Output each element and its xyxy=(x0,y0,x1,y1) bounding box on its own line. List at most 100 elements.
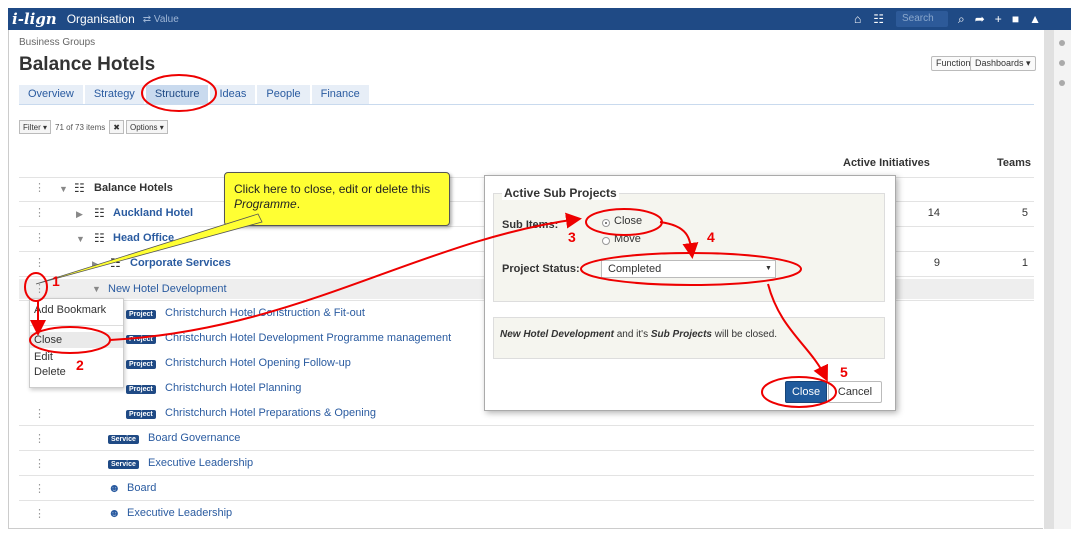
nav-organisation[interactable]: Organisation xyxy=(67,12,135,26)
side-dot-icon[interactable] xyxy=(1059,40,1065,46)
project-badge: Project xyxy=(126,310,156,319)
side-dot-icon[interactable] xyxy=(1059,60,1065,66)
row-menu-handle[interactable]: ⋮ xyxy=(34,407,45,420)
hierarchy-icon[interactable]: ☷ xyxy=(873,12,884,26)
side-dot-icon[interactable] xyxy=(1059,80,1065,86)
share-icon[interactable]: ➦ xyxy=(975,12,985,26)
info-subject: New Hotel Development xyxy=(500,329,614,340)
radio-move-label[interactable]: Move xyxy=(614,233,641,245)
menu-close[interactable]: Close xyxy=(30,332,123,348)
row-menu-handle[interactable]: ⋮ xyxy=(34,482,45,495)
search-input[interactable]: Search xyxy=(896,11,948,27)
row-label[interactable]: Christchurch Hotel Opening Follow-up xyxy=(165,357,351,369)
nav-left-icons: ⌂ ☷ xyxy=(854,8,884,30)
info-object: Sub Projects xyxy=(650,329,712,340)
step-number: 4 xyxy=(707,229,715,245)
project-badge: Project xyxy=(126,360,156,369)
service-badge: Service xyxy=(108,460,139,469)
service-badge: Service xyxy=(108,435,139,444)
expand-toggle[interactable]: ▶ xyxy=(92,259,99,270)
row-divider xyxy=(19,475,1034,476)
page-title: Balance Hotels xyxy=(19,54,156,75)
project-badge: Project xyxy=(126,335,156,344)
row-menu-handle[interactable]: ⋮ xyxy=(34,181,45,194)
page-scrollbar[interactable] xyxy=(1044,30,1054,529)
search-icon[interactable]: ⌕ xyxy=(958,12,965,27)
expand-toggle[interactable]: ▶ xyxy=(76,209,83,220)
row-label[interactable]: Executive Leadership xyxy=(127,507,232,519)
row-menu-handle[interactable]: ⋮ xyxy=(34,282,45,295)
bell-icon[interactable]: ▲ xyxy=(1029,12,1041,26)
collapse-toggle[interactable]: ▼ xyxy=(92,284,101,294)
row-menu-handle[interactable]: ⋮ xyxy=(34,457,45,470)
dialog-cancel-button[interactable]: Cancel xyxy=(828,381,882,403)
row-menu-handle[interactable]: ⋮ xyxy=(34,507,45,520)
chevron-down-icon[interactable]: ▼ xyxy=(765,265,772,272)
org-hierarchy-icon: ☷ xyxy=(94,231,105,245)
breadcrumb[interactable]: Business Groups xyxy=(19,37,95,48)
filter-button[interactable]: Filter ▾ xyxy=(19,120,52,134)
radio-move[interactable] xyxy=(602,237,610,245)
active-initiatives-value: 9 xyxy=(933,257,940,269)
options-button[interactable]: Options ▾ xyxy=(125,120,168,134)
project-status-select[interactable]: Completed xyxy=(601,260,776,278)
collapse-toggle[interactable]: ▼ xyxy=(59,184,68,194)
callout-end: . xyxy=(296,197,301,211)
step-number: 2 xyxy=(76,357,84,373)
row-label[interactable]: Board Governance xyxy=(148,432,240,444)
row-label[interactable]: Christchurch Hotel Preparations & Openin… xyxy=(165,407,376,419)
tab-divider xyxy=(19,104,1034,105)
column-teams: Teams xyxy=(997,157,1032,169)
row-label[interactable]: Christchurch Hotel Development Programme… xyxy=(165,332,451,344)
filter-bar: Filter ▾ 71 of 73 items ✖ Options ▾ xyxy=(19,120,170,134)
row-label[interactable]: Balance Hotels xyxy=(94,182,173,194)
radio-close[interactable] xyxy=(602,219,610,227)
row-divider xyxy=(19,425,1034,426)
row-label[interactable]: Corporate Services xyxy=(130,257,231,269)
row-divider xyxy=(19,500,1034,501)
collapse-toggle[interactable]: ▼ xyxy=(76,234,85,244)
teams-value: 5 xyxy=(1021,207,1028,219)
row-menu-handle[interactable]: ⋮ xyxy=(34,231,45,244)
tab-strategy[interactable]: Strategy xyxy=(84,85,144,104)
row-label[interactable]: Auckland Hotel xyxy=(113,207,193,219)
dashboards-dropdown[interactable]: Dashboards ▾ xyxy=(970,56,1036,71)
menu-add-bookmark[interactable]: Add Bookmark xyxy=(30,304,123,316)
row-label[interactable]: Board xyxy=(127,482,156,494)
clear-filter-button[interactable]: ✖ xyxy=(109,120,124,134)
dialog-close-button[interactable]: Close xyxy=(785,381,827,403)
tab-ideas[interactable]: Ideas xyxy=(210,85,256,104)
menu-divider xyxy=(30,325,123,326)
tutorial-callout: Click here to close, edit or delete this… xyxy=(224,172,450,226)
app-logo[interactable]: i-lign xyxy=(12,10,57,28)
tab-bar: Overview Strategy Structure Ideas People… xyxy=(19,85,371,104)
row-label[interactable]: Christchurch Hotel Planning xyxy=(165,382,301,394)
row-label[interactable]: New Hotel Development xyxy=(108,283,227,295)
row-label[interactable]: Head Office xyxy=(113,232,174,244)
sub-items-label: Sub Items: xyxy=(502,219,559,231)
radio-close-label[interactable]: Close xyxy=(614,215,642,227)
nav-value[interactable]: ⇄ Value xyxy=(143,14,179,25)
org-hierarchy-icon: ☷ xyxy=(110,256,121,270)
project-badge: Project xyxy=(126,410,156,419)
tab-structure[interactable]: Structure xyxy=(145,85,209,104)
row-label[interactable]: Christchurch Hotel Construction & Fit-ou… xyxy=(165,307,365,319)
add-icon[interactable]: + xyxy=(995,12,1002,26)
column-active-initiatives: Active Initiatives xyxy=(843,157,930,169)
active-initiatives-value: 14 xyxy=(927,207,940,219)
tab-people[interactable]: People xyxy=(257,85,310,104)
row-menu-handle[interactable]: ⋮ xyxy=(34,206,45,219)
info-end: will be closed. xyxy=(712,329,778,340)
tab-finance[interactable]: Finance xyxy=(311,85,369,104)
row-menu-handle[interactable]: ⋮ xyxy=(34,432,45,445)
bookmark-icon[interactable]: ■ xyxy=(1012,12,1019,26)
org-hierarchy-icon: ☷ xyxy=(74,181,85,195)
team-icon: ☻ xyxy=(108,481,121,495)
info-middle: and it's xyxy=(613,329,651,340)
row-label[interactable]: Executive Leadership xyxy=(148,457,253,469)
right-side-strip xyxy=(1054,30,1071,529)
dialog-info-text: New Hotel Development and it's Sub Proje… xyxy=(500,329,777,340)
row-menu-handle[interactable]: ⋮ xyxy=(34,256,45,269)
tab-overview[interactable]: Overview xyxy=(19,85,83,104)
home-icon[interactable]: ⌂ xyxy=(854,12,861,26)
